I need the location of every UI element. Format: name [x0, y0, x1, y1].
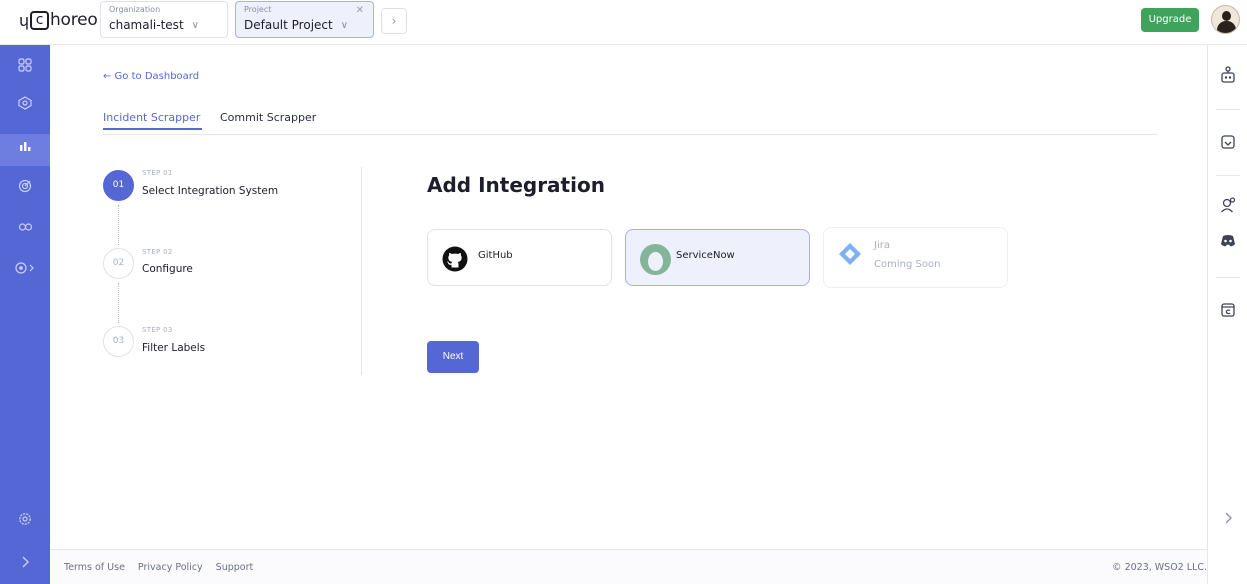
- top-header: ɥ c horeo Organization chamali-test ∨ Pr…: [0, 0, 1247, 45]
- grid-icon[interactable]: [0, 53, 50, 85]
- organization-value: chamali-test: [109, 18, 184, 32]
- right-rail: [1207, 45, 1247, 584]
- integration-card-jira: Jira Coming Soon: [823, 227, 1008, 288]
- coming-soon-label: Coming Soon: [874, 259, 941, 270]
- chevron-right-icon: ›: [391, 14, 397, 28]
- project-selector[interactable]: Project ✕ Default Project ∨: [235, 1, 374, 38]
- step-2-sub: STEP 02: [142, 248, 173, 256]
- docs-icon[interactable]: [1208, 302, 1247, 322]
- robot-icon[interactable]: [1208, 66, 1247, 88]
- copyright: © 2023, WSO2 LLC.: [1112, 562, 1207, 573]
- step-1-indicator: 01: [103, 170, 134, 201]
- chevron-right-icon[interactable]: [1208, 511, 1247, 529]
- project-value: Default Project: [244, 18, 333, 32]
- step-1-title: Select Integration System: [142, 185, 279, 197]
- tab-commit-scrapper[interactable]: Commit Scrapper: [220, 111, 316, 124]
- close-icon[interactable]: ✕: [356, 5, 364, 16]
- insights-icon[interactable]: [0, 134, 50, 166]
- tabs-divider: [103, 134, 1157, 135]
- expand-sidebar-icon[interactable]: [0, 550, 50, 582]
- left-sidebar: [0, 45, 50, 584]
- step-connector: [118, 283, 119, 323]
- breadcrumb-next-button[interactable]: ›: [381, 8, 407, 34]
- discord-icon[interactable]: [1208, 234, 1247, 252]
- chevron-down-icon: ∨: [340, 19, 349, 31]
- dependencies-icon[interactable]: [0, 215, 50, 247]
- support-link[interactable]: Support: [216, 562, 254, 573]
- upgrade-button[interactable]: Upgrade: [1141, 8, 1199, 32]
- integration-card-servicenow[interactable]: ServiceNow: [625, 229, 810, 286]
- step-3-title: Filter Labels: [142, 342, 206, 354]
- step-2-title: Configure: [142, 263, 193, 275]
- active-tab-indicator: [103, 128, 202, 130]
- project-label: Project: [244, 5, 272, 14]
- logo-c-box: c: [29, 10, 49, 30]
- footer: Terms of Use Privacy Policy Support © 20…: [50, 549, 1207, 584]
- avatar[interactable]: [1211, 5, 1240, 34]
- logo-text: horeo: [49, 10, 98, 30]
- tab-incident-scrapper[interactable]: Incident Scrapper: [103, 111, 200, 124]
- stepper-divider: [361, 167, 362, 375]
- step-3-indicator: 03: [103, 326, 134, 357]
- integration-label-servicenow: ServiceNow: [676, 250, 735, 261]
- page-title: Add Integration: [427, 173, 605, 197]
- step-1-sub: STEP 01: [142, 169, 173, 177]
- step-2-indicator: 02: [103, 248, 134, 279]
- privacy-policy-link[interactable]: Privacy Policy: [138, 562, 203, 573]
- inbox-icon[interactable]: [1208, 134, 1247, 154]
- next-button[interactable]: Next: [427, 341, 479, 373]
- integration-label-github: GitHub: [478, 250, 513, 261]
- terms-of-use-link[interactable]: Terms of Use: [64, 562, 125, 573]
- choreo-logo[interactable]: ɥ c horeo: [19, 10, 98, 30]
- organization-selector[interactable]: Organization chamali-test ∨: [100, 1, 228, 38]
- chevron-down-icon: ∨: [191, 19, 199, 31]
- logo-mark: ɥ: [19, 10, 29, 30]
- observability-icon[interactable]: [0, 174, 50, 206]
- organization-label: Organization: [109, 5, 161, 14]
- component-icon[interactable]: [0, 91, 50, 123]
- step-connector: [118, 205, 119, 245]
- github-icon: [442, 246, 468, 272]
- settings-icon[interactable]: [0, 507, 50, 539]
- integration-card-github[interactable]: GitHub: [427, 229, 612, 286]
- step-3-sub: STEP 03: [142, 326, 173, 334]
- go-to-dashboard-link[interactable]: ← Go to Dashboard: [103, 71, 199, 82]
- support-agent-icon[interactable]: [1208, 197, 1247, 217]
- platform-icon[interactable]: [0, 256, 50, 288]
- servicenow-icon: [640, 244, 671, 275]
- integration-label-jira: Jira: [874, 240, 890, 251]
- jira-icon: [839, 243, 861, 265]
